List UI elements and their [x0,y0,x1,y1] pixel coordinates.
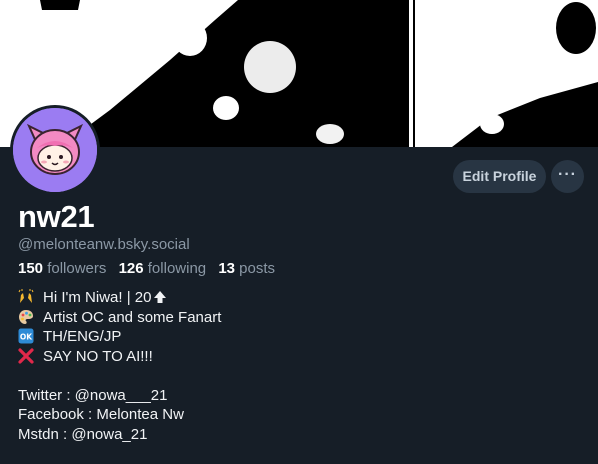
bio-line: Artist OC and some Fanart [18,308,221,328]
more-options-button[interactable]: ··· [551,160,584,193]
bio-line: Facebook : Melontea Nw [18,405,221,425]
bio-line: OK TH/ENG/JP [18,327,221,347]
up-arrow-icon [154,291,167,303]
following-label: following [147,260,207,277]
svg-text:OK: OK [20,333,33,342]
posts-stat: 13 posts [218,260,275,277]
posts-label: posts [239,260,276,277]
avatar-image [13,108,97,192]
bio-text: Artist OC and some Fanart [43,308,222,326]
following-count: 126 [118,260,144,277]
bio-text: Hi I'm Niwa! | 20 [43,289,152,306]
edit-profile-button[interactable]: Edit Profile [453,160,546,193]
bio-text: Facebook : Melontea Nw [18,406,184,423]
following-link[interactable]: 126 following [119,260,207,277]
profile-bio: Hi I'm Niwa! | 20 Artist OC and some Fan… [18,288,221,444]
profile-stats: 150 followers 126 following 13 posts [18,260,283,277]
cross-mark-icon [18,347,34,364]
bio-text: Mstdn : @nowa_21 [18,425,148,443]
artist-palette-icon [19,309,33,324]
bio-line: Hi I'm Niwa! | 20 [18,288,221,308]
followers-link[interactable]: 150 followers [18,260,106,277]
bio-line: Twitter : @nowa___21 [18,386,221,406]
bio-text: Twitter : @nowa___21 [18,386,168,404]
followers-label: followers [47,260,107,277]
display-name: nw21 [18,199,95,234]
avatar[interactable] [10,105,100,195]
ok-button-icon: OK [18,328,34,344]
bio-line: Mstdn : @nowa_21 [18,425,221,445]
bio-text: TH/ENG/JP [43,328,122,345]
followers-count: 150 [18,260,44,277]
bio-line: SAY NO TO AI!!! [18,347,221,367]
profile-handle: @melonteanw.bsky.social [18,236,190,253]
ellipsis-icon: ··· [558,166,577,183]
raising-hands-icon [18,289,34,303]
bio-text: SAY NO TO AI!!! [43,347,153,365]
bio-line-blank [18,366,221,386]
posts-count: 13 [218,260,235,277]
